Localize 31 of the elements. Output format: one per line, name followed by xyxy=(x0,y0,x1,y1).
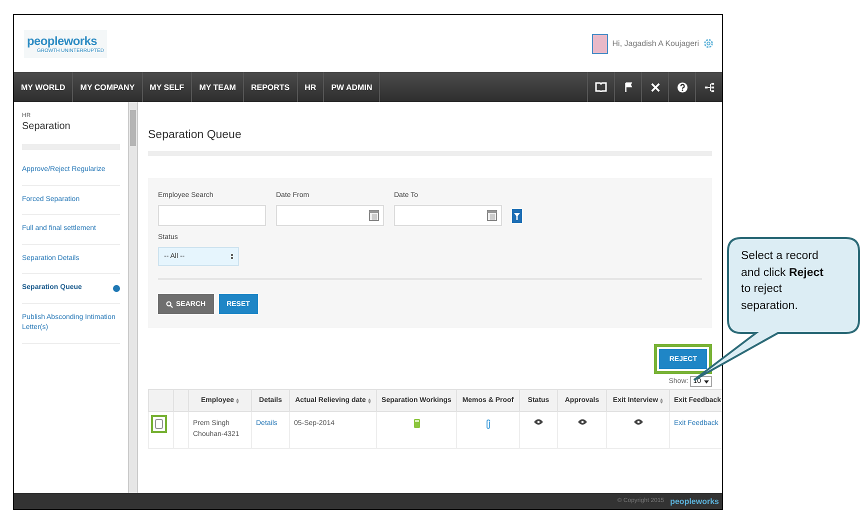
calendar-icon[interactable] xyxy=(487,210,497,221)
plus-icon xyxy=(113,284,120,292)
sort-icon xyxy=(660,398,664,404)
input-field[interactable] xyxy=(158,205,266,226)
calendar-icon[interactable] xyxy=(369,210,379,221)
search-icon xyxy=(166,300,173,308)
paperclip-icon[interactable] xyxy=(486,419,490,430)
eye-icon[interactable] xyxy=(534,419,543,425)
settings-icon[interactable] xyxy=(703,38,714,49)
calculator-icon[interactable] xyxy=(414,419,420,428)
nav-item[interactable]: MY WORLD xyxy=(14,72,74,102)
footer-logo: peopleworks xyxy=(670,496,719,506)
nav-item[interactable]: MY SELF xyxy=(142,72,192,102)
avatar xyxy=(592,34,608,54)
input-field[interactable] xyxy=(276,205,384,226)
sort-icon xyxy=(236,398,240,404)
sort-icon xyxy=(368,398,371,404)
filter-icon[interactable] xyxy=(512,209,522,223)
nav-item[interactable]: REPORTS xyxy=(244,72,298,102)
nav-item[interactable]: PW ADMIN xyxy=(324,72,380,102)
nav-item[interactable]: HR xyxy=(298,72,324,102)
scrollbar-thumb[interactable] xyxy=(130,110,136,146)
callout-text: Select a record and click Reject to reject separation. xyxy=(741,249,824,314)
page-title: Separation Queue xyxy=(148,102,712,156)
user-greeting: Hi, Jagadish A Koujageri xyxy=(612,39,699,48)
checkbox[interactable] xyxy=(155,419,163,429)
input-field[interactable] xyxy=(394,205,502,226)
sidebar-title: Separation xyxy=(22,121,72,132)
eye-icon[interactable] xyxy=(634,419,642,425)
eye-icon[interactable] xyxy=(578,419,586,425)
nav-item[interactable]: MY TEAM xyxy=(192,72,244,102)
